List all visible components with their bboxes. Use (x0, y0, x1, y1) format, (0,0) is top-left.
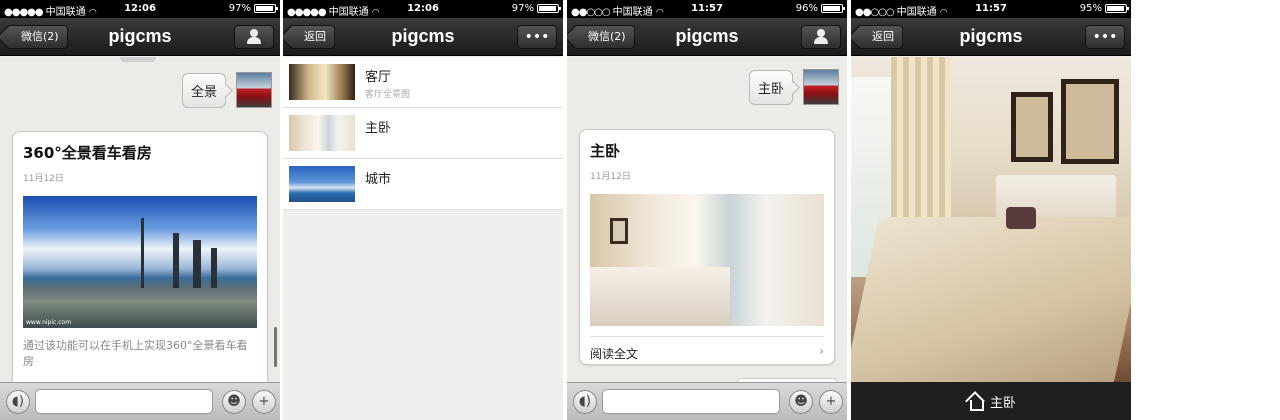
list-item-text: 城市 (365, 166, 391, 187)
message-row: 全景 (181, 72, 272, 108)
bottom-bar[interactable]: 主卧 (851, 382, 1131, 420)
nav-bar: 返回 pigcms ••• (851, 18, 1131, 56)
voice-button[interactable]: ◖) (573, 390, 597, 414)
list-item-title: 城市 (365, 172, 392, 187)
pull-indicator (120, 57, 156, 62)
list-item[interactable]: 主卧 (283, 108, 563, 159)
input-bar: ◖) ☻ + (0, 382, 280, 420)
voice-icon: ◖) (579, 394, 591, 409)
battery-icon (537, 4, 561, 13)
list-item-text: 客厅 客厅全景图 (365, 64, 410, 100)
avatar[interactable] (803, 69, 839, 105)
more-button[interactable]: ••• (517, 25, 557, 49)
image-caption: www.nipic.com (26, 319, 72, 326)
list-item-title: 主卧 (365, 121, 392, 136)
battery-status: 96% (796, 3, 845, 14)
tower-shape (193, 240, 201, 288)
tower-shape (141, 218, 144, 288)
bed-shape (851, 217, 1131, 382)
tower-shape (211, 248, 217, 288)
profile-button[interactable] (234, 25, 274, 49)
picture-frame (1011, 92, 1053, 162)
more-icon: ••• (524, 29, 550, 45)
smiley-icon: ☻ (794, 394, 808, 409)
picture-frame (1061, 79, 1119, 164)
nav-bar: 微信(2) pigcms (0, 18, 280, 56)
status-bar: ●●●●● 中国联通 ◠ 12:06 97% (283, 0, 563, 18)
chat-area[interactable]: 主卧 主卧 11月12日 阅读全文 › (567, 57, 847, 382)
screen-panorama-list: ●●●●● 中国联通 ◠ 12:06 97% 返回 pigcms ••• 客厅 客… (283, 0, 563, 420)
message-input[interactable] (35, 389, 213, 414)
thumbnail (289, 64, 355, 100)
status-bar: ●●●●● 中国联通 ◠ 12:06 97% (0, 0, 280, 18)
bottom-label: 主卧 (989, 395, 1016, 411)
battery-status: 95% (1080, 3, 1129, 14)
article-description: 通过该功能可以在手机上实现360°全景看车看房 (23, 339, 248, 368)
list-item-text: 主卧 (365, 115, 391, 136)
avatar[interactable] (236, 72, 272, 108)
battery-icon (821, 4, 845, 13)
article-title: 360°全景看车看房 (23, 144, 152, 162)
article-card[interactable]: 360°全景看车看房 11月12日 www.nipic.com 通过该功能可以在… (12, 131, 268, 382)
list-item-title: 客厅 (365, 70, 392, 85)
screen-panorama-viewer: ●●○○○ 中国联通 ◠ 11:57 95% 返回 pigcms ••• 主卧 (851, 0, 1131, 420)
plus-button[interactable]: + (252, 390, 276, 414)
scroll-indicator[interactable] (274, 327, 277, 367)
smiley-icon: ☻ (227, 394, 241, 409)
list-item[interactable]: 客厅 客厅全景图 (283, 57, 563, 108)
screen-chat-bedroom: ●●○○○ 中国联通 ◠ 11:57 96% 微信(2) pigcms 主卧 主卧… (567, 0, 847, 420)
article-image: www.nipic.com (23, 196, 257, 328)
pillow-shape (1006, 207, 1036, 229)
voice-icon: ◖) (12, 394, 24, 409)
nav-bar: 返回 pigcms ••• (283, 18, 563, 56)
article-date: 11月12日 (590, 172, 631, 182)
message-input[interactable] (602, 389, 780, 414)
emoji-button[interactable]: ☻ (222, 390, 246, 414)
battery-status: 97% (512, 3, 561, 14)
chevron-right-icon: › (819, 344, 824, 358)
person-icon (247, 29, 261, 44)
profile-button[interactable] (801, 25, 841, 49)
plus-icon: + (825, 394, 837, 409)
status-bar: ●●○○○ 中国联通 ◠ 11:57 95% (851, 0, 1131, 18)
list-item-subtitle: 客厅全景图 (365, 90, 411, 100)
input-bar: ◖) ☻ + (567, 382, 847, 420)
article-title: 主卧 (590, 142, 621, 160)
battery-icon (254, 4, 278, 13)
message-bubble[interactable]: 全景 (181, 72, 226, 108)
tower-shape (173, 233, 179, 288)
screens-container: ●●●●● 中国联通 ◠ 12:06 97% 微信(2) pigcms 全景 36… (0, 0, 1280, 420)
battery-status: 97% (229, 3, 278, 14)
plus-icon: + (258, 394, 270, 409)
panorama-viewer[interactable] (851, 57, 1131, 382)
bed-shape (590, 266, 731, 326)
picture-frame (610, 217, 628, 244)
status-bar: ●●○○○ 中国联通 ◠ 11:57 96% (567, 0, 847, 18)
thumbnail (289, 115, 355, 151)
article-date: 11月12日 (23, 174, 64, 184)
article-card[interactable]: 主卧 11月12日 阅读全文 › (579, 129, 835, 365)
message-bubble[interactable]: 主卧 (748, 69, 793, 105)
thumbnail (289, 166, 355, 202)
battery-icon (1105, 4, 1129, 13)
read-more-link[interactable]: 阅读全文 › (590, 336, 824, 362)
article-image (590, 194, 824, 326)
list-item[interactable]: 城市 (283, 159, 563, 210)
person-icon (814, 29, 828, 44)
screen-chat-panorama: ●●●●● 中国联通 ◠ 12:06 97% 微信(2) pigcms 全景 36… (0, 0, 280, 420)
voice-button[interactable]: ◖) (6, 390, 30, 414)
message-row: 主卧 (748, 69, 839, 105)
plus-button[interactable]: + (819, 390, 843, 414)
chat-area[interactable]: 全景 360°全景看车看房 11月12日 www.nipic.com 通过该功能… (0, 57, 280, 382)
more-button[interactable]: ••• (1085, 25, 1125, 49)
home-icon (966, 393, 984, 411)
panorama-list: 客厅 客厅全景图 主卧 城市 (283, 57, 563, 210)
more-icon: ••• (1092, 29, 1118, 45)
nav-bar: 微信(2) pigcms (567, 18, 847, 56)
emoji-button[interactable]: ☻ (789, 390, 813, 414)
